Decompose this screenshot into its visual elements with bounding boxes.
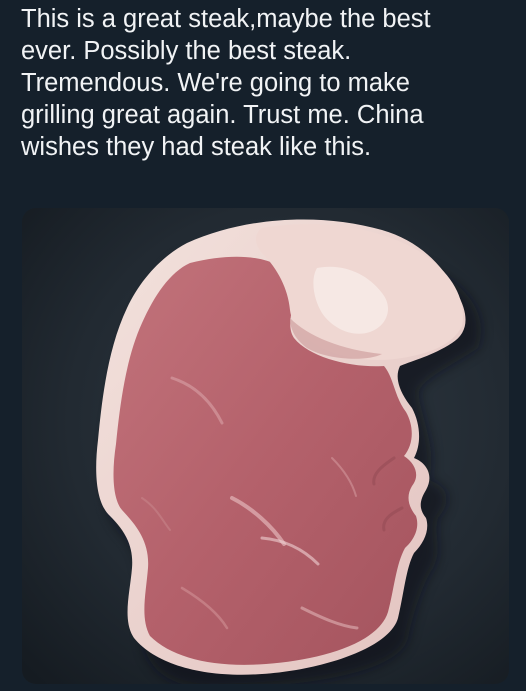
steak-photo[interactable] bbox=[22, 208, 509, 684]
post-caption: This is a great steak,maybe the best eve… bbox=[21, 3, 511, 163]
caption-line-4: grilling great again. Trust me. China bbox=[21, 101, 424, 129]
steak-illustration bbox=[22, 208, 509, 684]
caption-line-5: wishes they had steak like this. bbox=[21, 133, 372, 161]
caption-line-3: Tremendous. We're going to make bbox=[21, 69, 410, 97]
caption-line-2: ever. Possibly the best steak. bbox=[21, 37, 352, 65]
meme-post: This is a great steak,maybe the best eve… bbox=[0, 0, 526, 691]
caption-line-1: This is a great steak,maybe the best bbox=[21, 5, 431, 33]
